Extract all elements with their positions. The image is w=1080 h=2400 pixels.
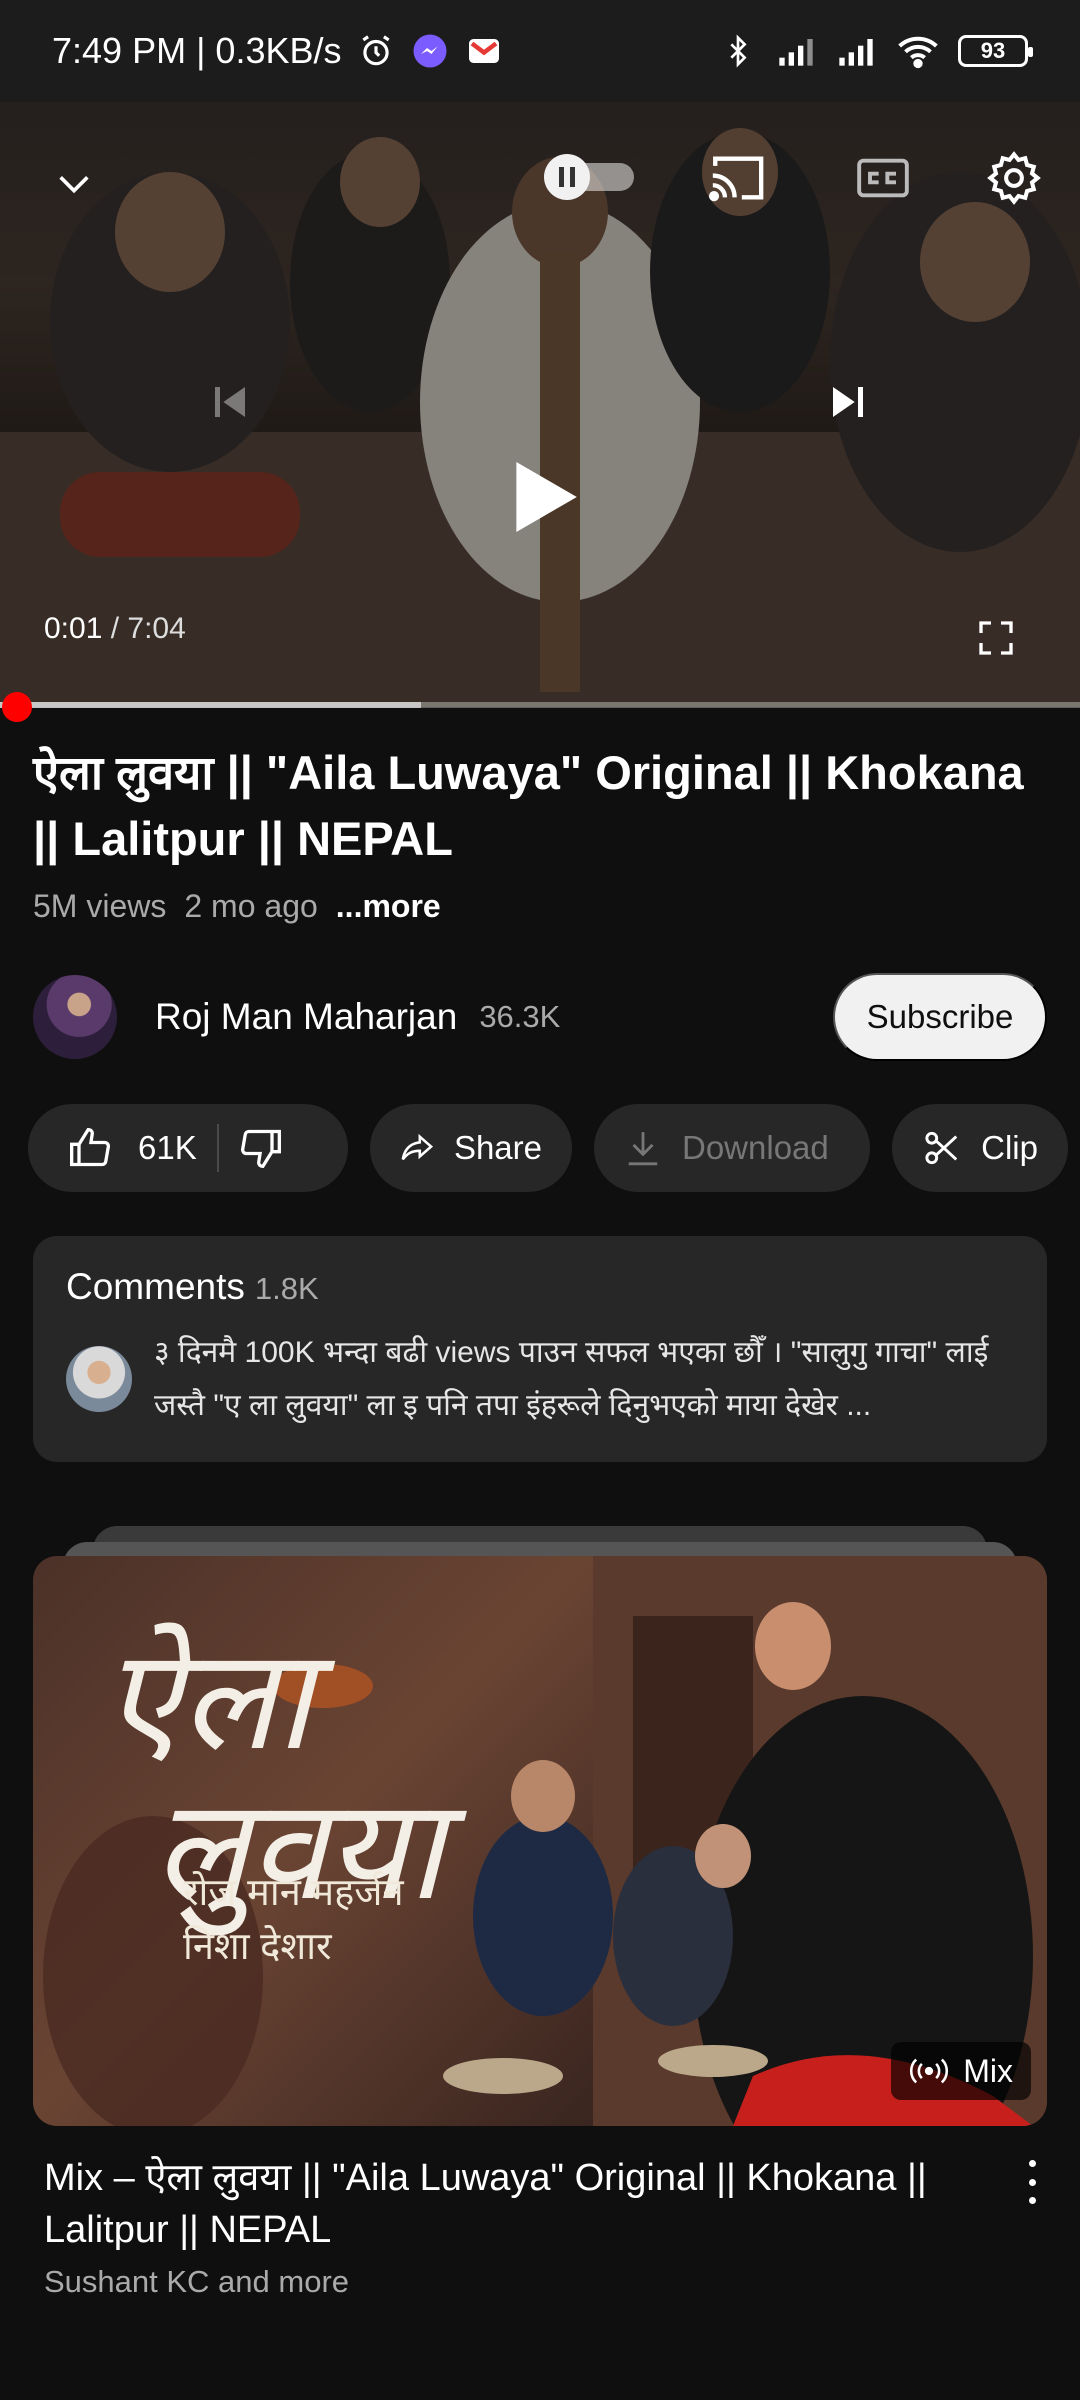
scrubber-handle[interactable] (2, 692, 32, 722)
like-button[interactable]: 61K (68, 1126, 197, 1170)
clip-button[interactable]: Clip (892, 1104, 1068, 1192)
mix-badge-label: Mix (963, 2052, 1013, 2089)
dot (1028, 2160, 1036, 2167)
comments-count: 1.8K (254, 1271, 319, 1306)
mix-title[interactable]: Mix – ऐला लुवया || "Aila Luwaya" Origina… (44, 2152, 974, 2256)
autoplay-toggle[interactable] (540, 152, 640, 202)
time-display: 0:01 / 7:04 (44, 612, 186, 646)
settings-button[interactable] (984, 148, 1044, 208)
bluetooth-icon (718, 31, 758, 71)
settings-icon (987, 151, 1041, 205)
more-options-button[interactable] (1012, 2160, 1052, 2204)
radio-waves-icon (910, 2058, 949, 2084)
mix-channel[interactable]: Sushant KC and more (44, 2264, 349, 2300)
like-count: 61K (138, 1129, 197, 1166)
comments-panel[interactable]: Comments 1.8K ३ दिनमै 100K भन्दा बढी view… (33, 1236, 1047, 1462)
gmail-icon (464, 31, 504, 71)
signal-icon (838, 31, 878, 71)
share-icon (401, 1133, 434, 1161)
download-icon (628, 1132, 658, 1166)
autoplay-toggle-icon (544, 154, 634, 200)
scissors-icon (925, 1131, 958, 1165)
video-player[interactable]: 0:01 / 7:04 (0, 102, 1080, 707)
cast-button[interactable] (706, 150, 768, 206)
more-link[interactable]: ...more (336, 888, 441, 925)
fullscreen-icon (979, 621, 1013, 655)
battery-level: 93 (980, 38, 1006, 63)
previous-button[interactable] (200, 372, 260, 432)
subscribe-button[interactable]: Subscribe (833, 973, 1047, 1061)
dot (1028, 2197, 1036, 2204)
next-button[interactable] (818, 372, 878, 432)
minimize-button[interactable] (44, 154, 104, 214)
play-button[interactable] (500, 452, 590, 542)
comment-text: ३ दिनमै 100K भन्दा बढी views पाउन सफल भए… (154, 1336, 989, 1422)
signal-icon (778, 31, 818, 71)
next-icon (833, 387, 863, 417)
captions-button[interactable] (855, 150, 911, 206)
video-meta[interactable]: 5M views 2 mo ago ...more (33, 888, 441, 925)
chip-divider (216, 1124, 219, 1172)
battery-icon: 93 (958, 35, 1033, 67)
share-button[interactable]: Share (370, 1104, 572, 1192)
current-time: 0:01 (44, 612, 103, 645)
alarm-icon (356, 31, 396, 71)
thumbnail-title-line: ऐला (103, 1619, 312, 1782)
captions-icon (857, 158, 909, 198)
download-button[interactable]: Download (594, 1104, 870, 1192)
channel-name[interactable]: Roj Man Maharjan (155, 996, 457, 1038)
video-title[interactable]: ऐला लुवया || "Aila Luwaya" Original || K… (33, 740, 1043, 872)
cast-icon (708, 156, 764, 202)
channel-avatar[interactable] (33, 975, 117, 1059)
channel-row[interactable]: Roj Man Maharjan 36.3K Subscribe (33, 972, 1047, 1062)
view-count: 5M views (33, 888, 167, 924)
wifi-icon (898, 31, 938, 71)
comments-heading: Comments (66, 1266, 245, 1307)
upload-age: 2 mo ago (184, 888, 318, 924)
like-dislike-chip: 61K (28, 1104, 348, 1192)
comments-header: Comments 1.8K (66, 1266, 1014, 1308)
duration: / 7:04 (102, 612, 186, 645)
chevron-down-icon (59, 176, 89, 194)
dot (1028, 2178, 1036, 2186)
messenger-icon (410, 31, 450, 71)
progress-bar[interactable] (0, 702, 1080, 708)
thumbnail-artist: रोज मान महर्जन (183, 1872, 404, 1914)
commenter-avatar (66, 1346, 132, 1412)
thumbnail-artist: निशा देशार (183, 1926, 332, 1968)
share-label: Share (453, 1129, 542, 1166)
mix-badge: Mix (891, 2042, 1031, 2100)
subscriber-count: 36.3K (479, 999, 561, 1034)
mix-thumbnail[interactable]: ऐला लुवया रोज मान महर्जन निशा देशार Mix (33, 1556, 1047, 2126)
top-comment[interactable]: ३ दिनमै 100K भन्दा बढी views पाउन सफल भए… (66, 1326, 1014, 1432)
clip-label: Clip (981, 1129, 1038, 1166)
fullscreen-button[interactable] (970, 612, 1022, 664)
download-label: Download (682, 1129, 829, 1166)
play-icon (516, 462, 577, 532)
previous-icon (215, 387, 245, 417)
dislike-button[interactable] (239, 1126, 283, 1170)
status-bar: 7:49 PM | 0.3KB/s 93 (0, 0, 1080, 102)
status-time: 7:49 PM | 0.3KB/s (52, 30, 342, 71)
buffered-progress (0, 702, 422, 708)
thumbs-up-icon (70, 1128, 110, 1167)
thumbnail-artists: रोज मान महर्जन निशा देशार (183, 1866, 404, 1974)
thumbs-down-icon (240, 1129, 281, 1168)
action-chips: 61K Share Download Clip (28, 1104, 1068, 1192)
